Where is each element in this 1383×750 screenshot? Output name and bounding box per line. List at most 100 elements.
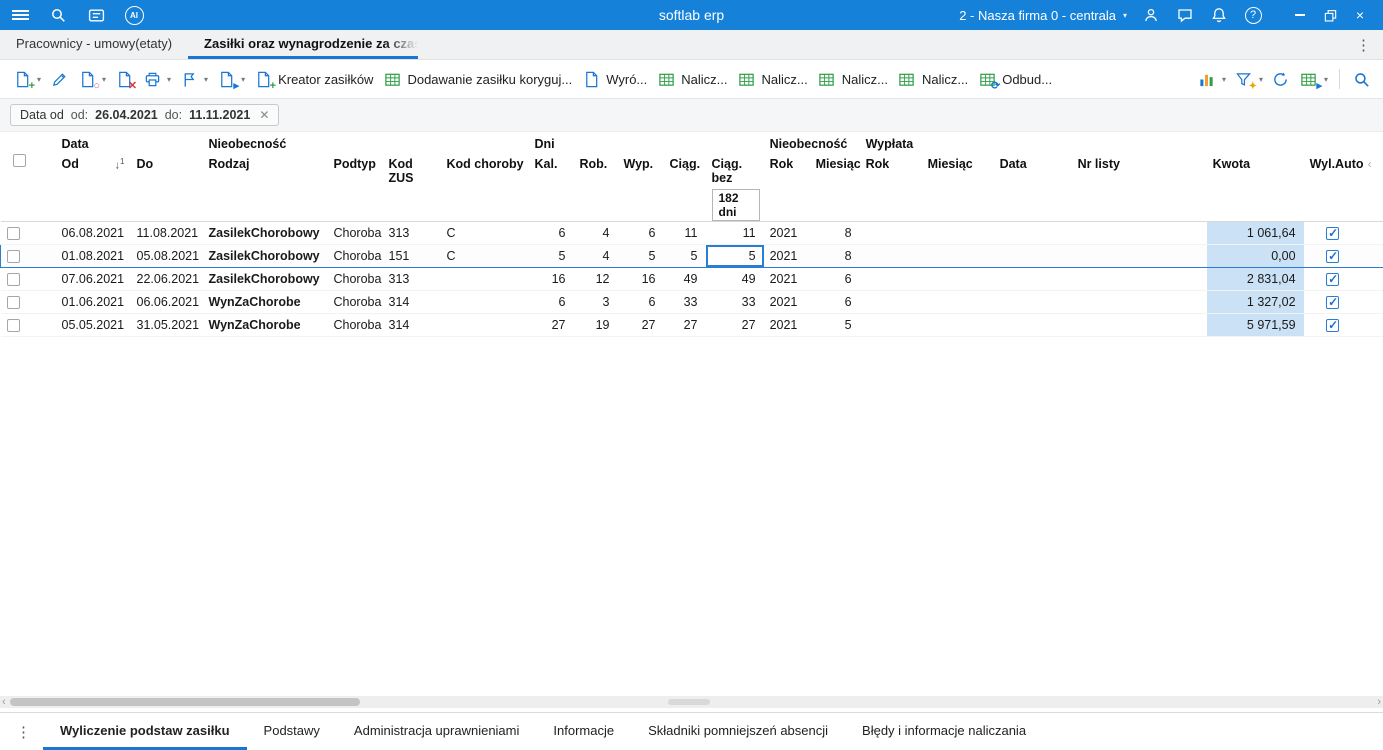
cell-od[interactable]: 01.06.2021 <box>55 290 131 314</box>
bottom-tab-1[interactable]: Podstawy <box>247 713 337 750</box>
search-icon[interactable] <box>48 5 68 25</box>
cell-wyl-auto[interactable] <box>1303 290 1362 314</box>
table-row[interactable]: 05.05.2021 31.05.2021 WynZaChorobe Choroba 3… <box>0 313 1383 337</box>
cell-rob[interactable]: 4 <box>573 244 618 268</box>
notifications-icon[interactable] <box>1209 5 1229 25</box>
cell-kod-choroby[interactable]: C <box>440 221 529 245</box>
bottom-tab-2[interactable]: Administracja uprawnieniami <box>337 713 536 750</box>
cell-podtyp[interactable]: Choroba <box>327 267 383 291</box>
print-button[interactable] <box>138 66 166 92</box>
cell-wyl-auto[interactable] <box>1303 267 1362 291</box>
user-icon[interactable] <box>1141 5 1161 25</box>
col-kwota[interactable]: Kwota <box>1206 154 1304 222</box>
cell-ciag[interactable]: 27 <box>663 313 706 337</box>
export-grid-button[interactable]: ▸ <box>1295 66 1323 92</box>
table-row[interactable]: 01.06.2021 06.06.2021 WynZaChorobe Choroba 3… <box>0 290 1383 314</box>
scroll-left-icon[interactable]: ‹ <box>2 696 6 708</box>
col-rob[interactable]: Rob. <box>573 154 618 222</box>
cell-kwota[interactable]: 5 971,59 <box>1206 313 1304 337</box>
col-kal[interactable]: Kal. <box>528 154 574 222</box>
col-wyp-data[interactable]: Data <box>993 154 1072 222</box>
cell-wyp-miesiac[interactable] <box>921 221 994 245</box>
col-ciag[interactable]: Ciąg. <box>663 154 706 222</box>
col-wyl-auto[interactable]: Wyl.Auto <box>1303 154 1364 222</box>
copy-record-button[interactable]: ○ <box>73 66 101 92</box>
copy-record-dropdown-icon[interactable]: ▾ <box>101 75 110 84</box>
col-podtyp[interactable]: Podtyp <box>327 154 383 222</box>
chart-dropdown-icon[interactable]: ▾ <box>1221 75 1230 84</box>
col-wyp[interactable]: Wyp. <box>617 154 664 222</box>
select-all-checkbox[interactable] <box>12 154 26 168</box>
chat-icon[interactable] <box>1175 5 1195 25</box>
cell-kod-choroby[interactable] <box>440 313 529 337</box>
row-checkbox[interactable] <box>6 296 20 310</box>
row-checkbox[interactable] <box>6 273 20 287</box>
cell-podtyp[interactable]: Choroba <box>327 244 383 268</box>
cell-rob[interactable]: 19 <box>573 313 618 337</box>
cell-do[interactable]: 31.05.2021 <box>130 313 203 337</box>
cell-nieob-rok[interactable]: 2021 <box>763 290 810 314</box>
cell-kod-zus[interactable]: 314 <box>382 290 441 314</box>
cell-wyp-data[interactable] <box>993 313 1072 337</box>
cell-nr-listy[interactable] <box>1071 221 1207 245</box>
cell-wyp[interactable]: 16 <box>617 267 664 291</box>
cell-wyp-miesiac[interactable] <box>921 267 994 291</box>
cell-checkbox[interactable] <box>0 221 56 245</box>
cell-wyp[interactable]: 6 <box>617 290 664 314</box>
cell-ciag-bez[interactable]: 27 <box>705 313 764 337</box>
cell-do[interactable]: 11.08.2021 <box>130 221 203 245</box>
cell-podtyp[interactable]: Choroba <box>327 313 383 337</box>
cell-wyp-miesiac[interactable] <box>921 244 994 268</box>
cell-od[interactable]: 05.05.2021 <box>55 313 131 337</box>
cell-kod-choroby[interactable] <box>440 290 529 314</box>
cell-od[interactable]: 07.06.2021 <box>55 267 131 291</box>
new-record-dropdown-icon[interactable]: ▾ <box>36 75 45 84</box>
cell-rodzaj[interactable]: ZasilekChorobowy <box>202 221 328 245</box>
cell-ciag[interactable]: 33 <box>663 290 706 314</box>
cell-checkbox[interactable] <box>0 290 56 314</box>
cell-wyp[interactable]: 6 <box>617 221 664 245</box>
cell-ciag[interactable]: 5 <box>663 244 706 268</box>
cell-nieob-miesiac[interactable]: 6 <box>809 267 860 291</box>
cell-nr-listy[interactable] <box>1071 244 1207 268</box>
grid-search-button[interactable] <box>1347 66 1375 92</box>
col-kod-zus[interactable]: Kod ZUS <box>382 154 441 222</box>
cell-rodzaj[interactable]: WynZaChorobe <box>202 313 328 337</box>
cell-wyp-miesiac[interactable] <box>921 290 994 314</box>
cell-wyl-auto[interactable] <box>1303 221 1362 245</box>
wyl-auto-checkbox[interactable] <box>1326 226 1340 241</box>
col-pin[interactable]: ‹ <box>1361 154 1383 222</box>
kreator-zasilkow-button[interactable]: + Kreator zasiłków <box>249 66 378 92</box>
cell-kwota[interactable]: 2 831,04 <box>1206 267 1304 291</box>
cell-wyp-rok[interactable] <box>859 244 922 268</box>
cell-nieob-miesiac[interactable]: 8 <box>809 221 860 245</box>
print-dropdown-icon[interactable]: ▾ <box>166 75 175 84</box>
cell-nieob-rok[interactable]: 2021 <box>763 313 810 337</box>
cell-nieob-miesiac[interactable]: 6 <box>809 290 860 314</box>
ai-assistant-icon[interactable]: AI <box>124 5 144 25</box>
cell-rob[interactable]: 3 <box>573 290 618 314</box>
cell-od[interactable]: 01.08.2021 <box>55 244 131 268</box>
cell-checkbox[interactable] <box>0 313 56 337</box>
filter-chip[interactable]: Data od od: 26.04.2021 do: 11.11.2021 ✕ <box>10 104 280 126</box>
table-row[interactable]: 07.06.2021 22.06.2021 ZasilekChorobowy Chor… <box>0 267 1383 291</box>
cell-ciag-bez[interactable]: 5 <box>705 244 764 268</box>
table-row[interactable]: 06.08.2021 11.08.2021 ZasilekChorobowy Chor… <box>0 221 1383 245</box>
bottom-menu-icon[interactable]: ⋮ <box>4 713 43 750</box>
tab-0[interactable]: Pracownicy - umowy(etaty) <box>0 30 188 59</box>
cell-wyp[interactable]: 5 <box>617 244 664 268</box>
cell-nieob-rok[interactable]: 2021 <box>763 221 810 245</box>
chart-button[interactable] <box>1193 66 1221 92</box>
col-rodzaj[interactable]: Rodzaj <box>202 154 328 222</box>
cell-ciag-bez[interactable]: 11 <box>705 221 764 245</box>
export-document-dropdown-icon[interactable]: ▾ <box>240 75 249 84</box>
edit-record-button[interactable] <box>45 66 73 92</box>
cell-wyp[interactable]: 27 <box>617 313 664 337</box>
cell-kod-zus[interactable]: 313 <box>382 267 441 291</box>
cell-rob[interactable]: 4 <box>573 221 618 245</box>
cell-nieob-miesiac[interactable]: 8 <box>809 244 860 268</box>
company-selector[interactable]: 2 - Nasza firma 0 - centrala ▾ <box>959 8 1127 23</box>
cell-do[interactable]: 22.06.2021 <box>130 267 203 291</box>
bottom-tab-5[interactable]: Błędy i informacje naliczania <box>845 713 1043 750</box>
nalicz-button-4[interactable]: Nalicz... <box>893 66 973 92</box>
